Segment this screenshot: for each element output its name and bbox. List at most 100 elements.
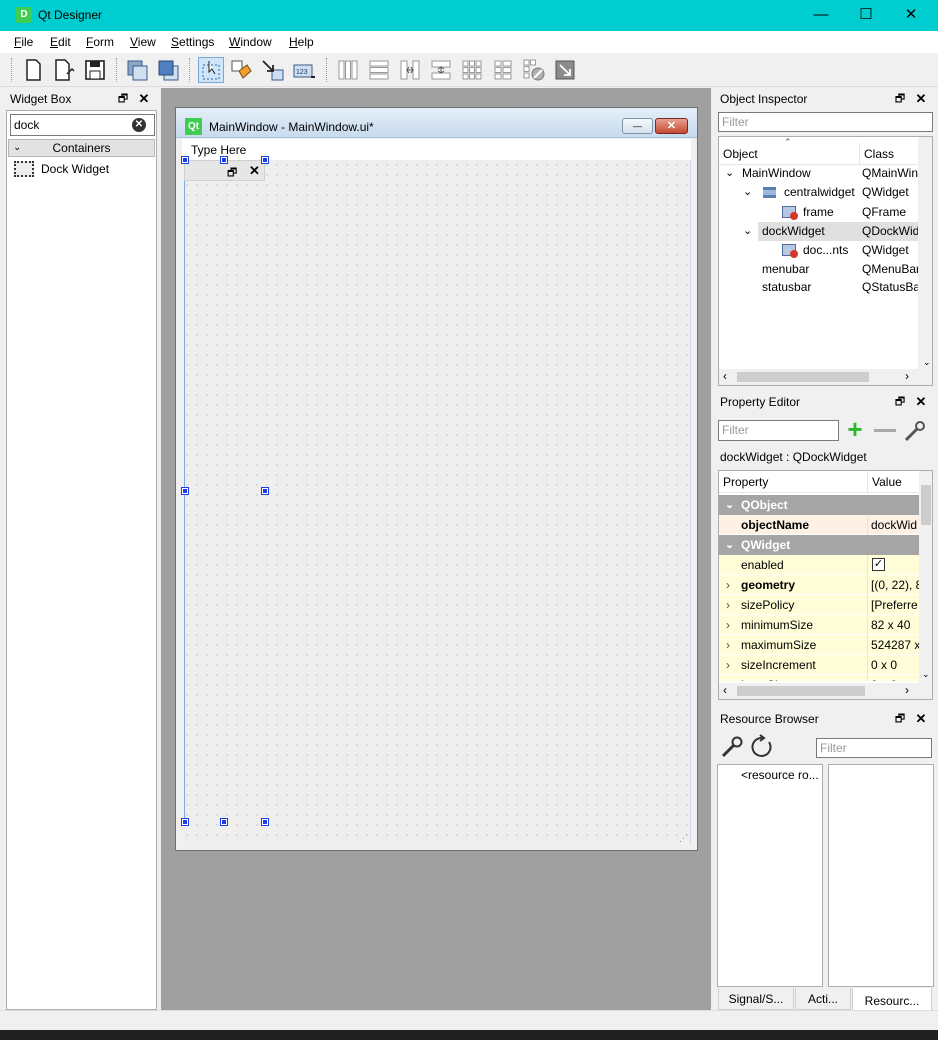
property-value[interactable]: 524287 x <box>871 635 919 655</box>
property-row[interactable]: › sizePolicy [Preferre <box>719 595 919 615</box>
dock-close-icon[interactable]: ✕ <box>915 92 927 105</box>
property-row[interactable]: enabled ✓ <box>719 555 919 575</box>
resize-handle[interactable] <box>220 156 228 164</box>
property-filter-input[interactable]: Filter <box>718 420 839 441</box>
object-filter-input[interactable]: Filter <box>718 112 933 132</box>
resize-handle[interactable] <box>220 818 228 826</box>
form-close-button[interactable]: ✕ <box>655 118 688 134</box>
layout-vertical-icon[interactable] <box>366 57 392 83</box>
dock-widget-titlebar[interactable]: 🗗 ✕ <box>184 160 265 181</box>
group-expanded-icon[interactable]: ⌄ <box>725 535 734 555</box>
form-window[interactable]: Qt MainWindow - MainWindow.ui* — ✕ Type … <box>175 107 698 851</box>
resize-handle[interactable] <box>261 487 269 495</box>
resize-handle[interactable] <box>181 156 189 164</box>
vertical-scrollbar[interactable]: ⌄ <box>918 137 932 369</box>
menu-view[interactable]: View <box>130 35 156 49</box>
add-dynamic-property-icon[interactable]: + <box>843 416 867 442</box>
reload-icon[interactable] <box>749 734 775 760</box>
dock-float-icon[interactable]: 🗗 <box>894 93 906 105</box>
dock-close-icon[interactable]: ✕ <box>138 92 150 105</box>
tab-action-editor[interactable]: Acti... <box>795 988 851 1010</box>
resize-handle[interactable] <box>181 487 189 495</box>
property-expand-icon[interactable]: › <box>726 635 730 655</box>
minimize-button[interactable]: — <box>798 0 844 31</box>
horizontal-scrollbar[interactable]: ‹ › <box>719 683 932 699</box>
group-expanded-icon[interactable]: ⌄ <box>725 495 734 515</box>
tree-row-dockwidget[interactable]: dockWidget QDockWid <box>758 222 932 241</box>
property-row[interactable]: › baseSize 0 x 0 <box>719 675 919 681</box>
clear-search-icon[interactable]: ✕ <box>132 118 146 132</box>
size-grip-icon[interactable]: ⋰ <box>679 833 688 844</box>
open-form-icon[interactable] <box>51 57 77 83</box>
form-minimize-button[interactable]: — <box>622 118 653 134</box>
configure-icon[interactable] <box>903 419 927 443</box>
menu-file[interactable]: File <box>14 35 33 49</box>
menu-help[interactable]: Help <box>289 35 314 49</box>
property-value[interactable]: 82 x 40 <box>871 615 910 635</box>
property-value[interactable]: [(0, 22), 8 <box>871 575 919 595</box>
property-row[interactable]: › maximumSize 524287 x <box>719 635 919 655</box>
column-value[interactable]: Value <box>867 471 902 493</box>
property-group-header[interactable]: ⌄ QObject <box>719 495 919 515</box>
property-expand-icon[interactable]: › <box>726 675 730 681</box>
expand-icon[interactable]: ⌄ <box>743 222 752 241</box>
tree-row-frame[interactable]: frame QFrame <box>719 203 917 222</box>
new-form-icon[interactable] <box>20 57 46 83</box>
property-expand-icon[interactable]: › <box>726 575 730 595</box>
scrollbar-thumb[interactable] <box>737 686 865 696</box>
edit-resources-icon[interactable] <box>720 735 744 759</box>
dock-widget-selection[interactable] <box>184 160 265 823</box>
property-expand-icon[interactable]: › <box>726 655 730 675</box>
dock-float-icon[interactable]: 🗗 <box>894 713 906 725</box>
edit-buddies-icon[interactable] <box>260 57 286 83</box>
property-row[interactable]: objectName dockWid <box>719 515 919 535</box>
scroll-down-icon[interactable]: ⌄ <box>922 669 930 680</box>
property-row[interactable]: › minimumSize 82 x 40 <box>719 615 919 635</box>
resize-handle[interactable] <box>181 818 189 826</box>
expand-icon[interactable]: ⌄ <box>743 183 752 202</box>
scroll-down-icon[interactable]: ⌄ <box>923 357 931 368</box>
scrollbar-thumb[interactable] <box>921 485 931 525</box>
resize-handle[interactable] <box>261 156 269 164</box>
property-row[interactable]: › geometry [(0, 22), 8 <box>719 575 919 595</box>
horizontal-scrollbar[interactable]: ‹ › <box>719 369 932 385</box>
layout-vertical-splitter-icon[interactable] <box>428 57 454 83</box>
resize-handle[interactable] <box>261 818 269 826</box>
tree-row-dockwidgetcontents[interactable]: doc...nts QWidget <box>719 241 917 260</box>
scroll-right-icon[interactable]: › <box>905 369 909 383</box>
menu-settings[interactable]: Settings <box>171 35 214 49</box>
vertical-scrollbar[interactable]: ⌄ <box>919 471 932 683</box>
scroll-left-icon[interactable]: ‹ <box>723 683 727 697</box>
property-expand-icon[interactable]: › <box>726 595 730 615</box>
maximize-button[interactable]: ☐ <box>843 0 889 31</box>
property-value[interactable]: dockWid <box>871 515 917 535</box>
edit-signals-slots-icon[interactable] <box>229 57 255 83</box>
menu-form[interactable]: Form <box>86 35 114 49</box>
edit-tab-order-icon[interactable]: 123 <box>291 57 317 83</box>
column-object[interactable]: Object <box>723 147 758 161</box>
dock-widget-close-icon[interactable]: ✕ <box>249 163 260 179</box>
property-row[interactable]: › sizeIncrement 0 x 0 <box>719 655 919 675</box>
property-group-header[interactable]: ⌄ QWidget <box>719 535 919 555</box>
adjust-size-icon[interactable] <box>552 57 578 83</box>
property-value[interactable]: [Preferre <box>871 595 918 615</box>
edit-widgets-icon[interactable] <box>198 57 224 83</box>
tree-row-statusbar[interactable]: statusbar QStatusBa <box>719 278 920 297</box>
close-button[interactable]: ✕ <box>888 0 934 31</box>
resource-root-item[interactable]: <resource ro... <box>741 768 819 782</box>
menu-window[interactable]: Window <box>229 35 272 49</box>
tab-signal-slot-editor[interactable]: Signal/S... <box>718 988 794 1010</box>
expand-icon[interactable]: ⌄ <box>725 164 734 183</box>
scroll-right-icon[interactable]: › <box>905 683 909 697</box>
dock-widget-float-icon[interactable]: 🗗 <box>227 164 237 183</box>
tree-row-mainwindow[interactable]: ⌄ MainWindow QMainWin <box>719 164 918 183</box>
tree-row-centralwidget[interactable]: ⌄ centralwidget QWidget <box>719 183 917 202</box>
save-form-icon[interactable] <box>82 57 108 83</box>
menu-edit[interactable]: Edit <box>50 35 71 49</box>
layout-horizontal-splitter-icon[interactable] <box>397 57 423 83</box>
dock-float-icon[interactable]: 🗗 <box>117 93 129 105</box>
resource-filter-input[interactable]: Filter <box>816 738 932 758</box>
dock-close-icon[interactable]: ✕ <box>915 395 927 408</box>
dock-close-icon[interactable]: ✕ <box>915 712 927 725</box>
property-value[interactable]: 0 x 0 <box>871 655 897 675</box>
